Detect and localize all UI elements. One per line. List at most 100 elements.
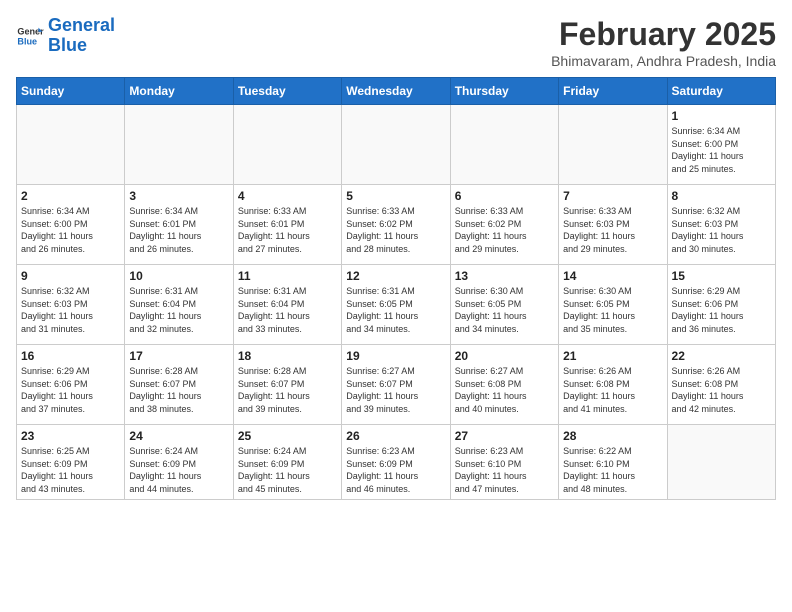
logo-text: General Blue bbox=[48, 16, 115, 56]
day-info: Sunrise: 6:33 AM Sunset: 6:03 PM Dayligh… bbox=[563, 205, 662, 255]
day-info: Sunrise: 6:31 AM Sunset: 6:04 PM Dayligh… bbox=[238, 285, 337, 335]
day-number: 1 bbox=[672, 109, 771, 123]
day-info: Sunrise: 6:27 AM Sunset: 6:08 PM Dayligh… bbox=[455, 365, 554, 415]
day-info: Sunrise: 6:30 AM Sunset: 6:05 PM Dayligh… bbox=[563, 285, 662, 335]
day-info: Sunrise: 6:29 AM Sunset: 6:06 PM Dayligh… bbox=[672, 285, 771, 335]
calendar-body: 1 Sunrise: 6:34 AM Sunset: 6:00 PM Daylig… bbox=[17, 105, 776, 500]
day-number: 6 bbox=[455, 189, 554, 203]
title-block: February 2025 Bhimavaram, Andhra Pradesh… bbox=[551, 16, 776, 69]
day-number: 10 bbox=[129, 269, 228, 283]
day-number: 16 bbox=[21, 349, 120, 363]
day-info: Sunrise: 6:31 AM Sunset: 6:05 PM Dayligh… bbox=[346, 285, 445, 335]
calendar-cell: 26 Sunrise: 6:23 AM Sunset: 6:09 PM Dayli… bbox=[342, 425, 450, 500]
day-number: 7 bbox=[563, 189, 662, 203]
day-number: 13 bbox=[455, 269, 554, 283]
calendar-cell: 1Sunrise: 6:34 AM Sunset: 6:00 PM Daylig… bbox=[667, 105, 775, 185]
day-info: Sunrise: 6:29 AM Sunset: 6:06 PM Dayligh… bbox=[21, 365, 120, 415]
calendar-week-row: 1Sunrise: 6:34 AM Sunset: 6:00 PM Daylig… bbox=[17, 105, 776, 185]
header-tuesday: Tuesday bbox=[233, 78, 341, 105]
calendar-cell bbox=[559, 105, 667, 185]
calendar-cell: 25 Sunrise: 6:24 AM Sunset: 6:09 PM Dayli… bbox=[233, 425, 341, 500]
calendar-cell: 24Sunrise: 6:24 AM Sunset: 6:09 PM Dayli… bbox=[125, 425, 233, 500]
day-number: 5 bbox=[346, 189, 445, 203]
calendar-cell: 5 Sunrise: 6:33 AM Sunset: 6:02 PM Daylig… bbox=[342, 185, 450, 265]
calendar-cell: 15 Sunrise: 6:29 AM Sunset: 6:06 PM Dayli… bbox=[667, 265, 775, 345]
calendar-cell bbox=[233, 105, 341, 185]
day-info: Sunrise: 6:34 AM Sunset: 6:00 PM Dayligh… bbox=[21, 205, 120, 255]
calendar-cell bbox=[342, 105, 450, 185]
day-info: Sunrise: 6:34 AM Sunset: 6:01 PM Dayligh… bbox=[129, 205, 228, 255]
calendar-cell: 11 Sunrise: 6:31 AM Sunset: 6:04 PM Dayli… bbox=[233, 265, 341, 345]
calendar-cell: 6 Sunrise: 6:33 AM Sunset: 6:02 PM Daylig… bbox=[450, 185, 558, 265]
calendar-cell: 8 Sunrise: 6:32 AM Sunset: 6:03 PM Daylig… bbox=[667, 185, 775, 265]
calendar-cell: 19Sunrise: 6:27 AM Sunset: 6:07 PM Dayli… bbox=[342, 345, 450, 425]
day-number: 20 bbox=[455, 349, 554, 363]
day-info: Sunrise: 6:25 AM Sunset: 6:09 PM Dayligh… bbox=[21, 445, 120, 495]
day-number: 25 bbox=[238, 429, 337, 443]
calendar-cell: 4 Sunrise: 6:33 AM Sunset: 6:01 PM Daylig… bbox=[233, 185, 341, 265]
calendar-cell: 20 Sunrise: 6:27 AM Sunset: 6:08 PM Dayli… bbox=[450, 345, 558, 425]
calendar-week-row: 23 Sunrise: 6:25 AM Sunset: 6:09 PM Dayli… bbox=[17, 425, 776, 500]
day-info: Sunrise: 6:33 AM Sunset: 6:02 PM Dayligh… bbox=[346, 205, 445, 255]
day-info: Sunrise: 6:24 AM Sunset: 6:09 PM Dayligh… bbox=[129, 445, 228, 495]
calendar-cell bbox=[17, 105, 125, 185]
header-sunday: Sunday bbox=[17, 78, 125, 105]
calendar-week-row: 2Sunrise: 6:34 AM Sunset: 6:00 PM Daylig… bbox=[17, 185, 776, 265]
calendar-cell: 13Sunrise: 6:30 AM Sunset: 6:05 PM Dayli… bbox=[450, 265, 558, 345]
logo: General Blue General Blue bbox=[16, 16, 115, 56]
day-info: Sunrise: 6:33 AM Sunset: 6:02 PM Dayligh… bbox=[455, 205, 554, 255]
calendar-week-row: 16 Sunrise: 6:29 AM Sunset: 6:06 PM Dayli… bbox=[17, 345, 776, 425]
day-number: 17 bbox=[129, 349, 228, 363]
calendar-cell: 10Sunrise: 6:31 AM Sunset: 6:04 PM Dayli… bbox=[125, 265, 233, 345]
calendar-cell: 9 Sunrise: 6:32 AM Sunset: 6:03 PM Daylig… bbox=[17, 265, 125, 345]
day-info: Sunrise: 6:33 AM Sunset: 6:01 PM Dayligh… bbox=[238, 205, 337, 255]
day-number: 28 bbox=[563, 429, 662, 443]
day-number: 23 bbox=[21, 429, 120, 443]
day-number: 9 bbox=[21, 269, 120, 283]
day-number: 15 bbox=[672, 269, 771, 283]
day-info: Sunrise: 6:26 AM Sunset: 6:08 PM Dayligh… bbox=[563, 365, 662, 415]
svg-text:Blue: Blue bbox=[17, 36, 37, 46]
calendar-cell: 2Sunrise: 6:34 AM Sunset: 6:00 PM Daylig… bbox=[17, 185, 125, 265]
calendar-cell: 18 Sunrise: 6:28 AM Sunset: 6:07 PM Dayli… bbox=[233, 345, 341, 425]
day-info: Sunrise: 6:32 AM Sunset: 6:03 PM Dayligh… bbox=[21, 285, 120, 335]
day-number: 27 bbox=[455, 429, 554, 443]
calendar-cell: 22Sunrise: 6:26 AM Sunset: 6:08 PM Dayli… bbox=[667, 345, 775, 425]
day-number: 3 bbox=[129, 189, 228, 203]
calendar-cell bbox=[125, 105, 233, 185]
day-info: Sunrise: 6:28 AM Sunset: 6:07 PM Dayligh… bbox=[238, 365, 337, 415]
location-label: Bhimavaram, Andhra Pradesh, India bbox=[551, 53, 776, 69]
day-info: Sunrise: 6:26 AM Sunset: 6:08 PM Dayligh… bbox=[672, 365, 771, 415]
day-info: Sunrise: 6:24 AM Sunset: 6:09 PM Dayligh… bbox=[238, 445, 337, 495]
calendar-table: Sunday Monday Tuesday Wednesday Thursday… bbox=[16, 77, 776, 500]
day-number: 12 bbox=[346, 269, 445, 283]
day-info: Sunrise: 6:32 AM Sunset: 6:03 PM Dayligh… bbox=[672, 205, 771, 255]
calendar-cell: 21Sunrise: 6:26 AM Sunset: 6:08 PM Dayli… bbox=[559, 345, 667, 425]
header-saturday: Saturday bbox=[667, 78, 775, 105]
calendar-cell: 28Sunrise: 6:22 AM Sunset: 6:10 PM Dayli… bbox=[559, 425, 667, 500]
day-number: 4 bbox=[238, 189, 337, 203]
calendar-cell bbox=[450, 105, 558, 185]
header-wednesday: Wednesday bbox=[342, 78, 450, 105]
calendar-cell: 23 Sunrise: 6:25 AM Sunset: 6:09 PM Dayli… bbox=[17, 425, 125, 500]
calendar-cell: 12 Sunrise: 6:31 AM Sunset: 6:05 PM Dayli… bbox=[342, 265, 450, 345]
day-number: 14 bbox=[563, 269, 662, 283]
day-number: 26 bbox=[346, 429, 445, 443]
calendar-cell: 7 Sunrise: 6:33 AM Sunset: 6:03 PM Daylig… bbox=[559, 185, 667, 265]
page-header: General Blue General Blue February 2025 … bbox=[16, 16, 776, 69]
calendar-cell: 17Sunrise: 6:28 AM Sunset: 6:07 PM Dayli… bbox=[125, 345, 233, 425]
calendar-cell: 16 Sunrise: 6:29 AM Sunset: 6:06 PM Dayli… bbox=[17, 345, 125, 425]
days-of-week-row: Sunday Monday Tuesday Wednesday Thursday… bbox=[17, 78, 776, 105]
logo-icon: General Blue bbox=[16, 22, 44, 50]
header-thursday: Thursday bbox=[450, 78, 558, 105]
day-number: 8 bbox=[672, 189, 771, 203]
day-info: Sunrise: 6:23 AM Sunset: 6:10 PM Dayligh… bbox=[455, 445, 554, 495]
day-number: 11 bbox=[238, 269, 337, 283]
calendar-cell: 14 Sunrise: 6:30 AM Sunset: 6:05 PM Dayli… bbox=[559, 265, 667, 345]
header-monday: Monday bbox=[125, 78, 233, 105]
month-year-title: February 2025 bbox=[551, 16, 776, 53]
day-info: Sunrise: 6:27 AM Sunset: 6:07 PM Dayligh… bbox=[346, 365, 445, 415]
day-info: Sunrise: 6:23 AM Sunset: 6:09 PM Dayligh… bbox=[346, 445, 445, 495]
day-number: 18 bbox=[238, 349, 337, 363]
header-friday: Friday bbox=[559, 78, 667, 105]
